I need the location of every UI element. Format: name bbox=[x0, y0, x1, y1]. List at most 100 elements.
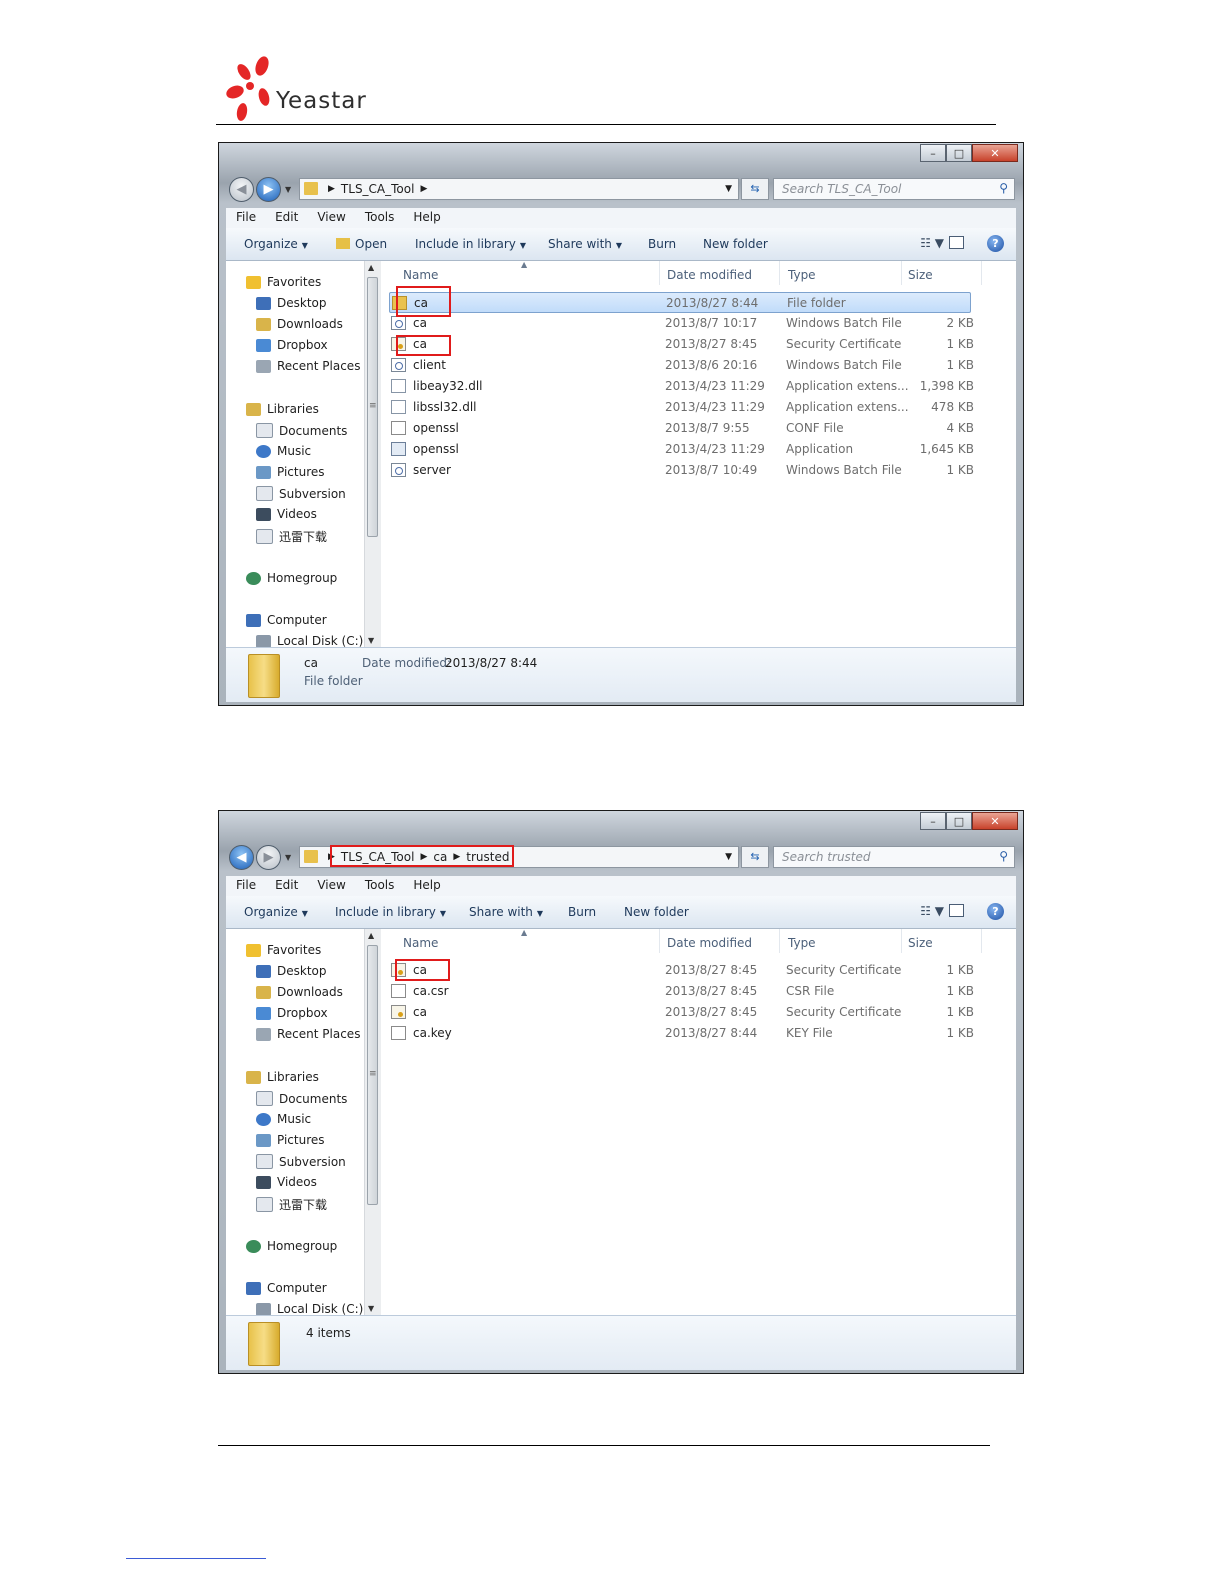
nav-downloads[interactable]: Downloads bbox=[256, 317, 343, 331]
file-row[interactable]: server 2013/8/7 10:49 Windows Batch File… bbox=[389, 460, 974, 481]
menu-edit[interactable]: Edit bbox=[265, 876, 307, 896]
column-header-size[interactable]: Size bbox=[908, 268, 933, 282]
nav-homegroup[interactable]: Homegroup bbox=[246, 1239, 337, 1253]
menu-view[interactable]: View bbox=[307, 208, 354, 228]
scroll-up-icon[interactable]: ▲ bbox=[368, 931, 374, 940]
search-box[interactable]: ⚲ bbox=[773, 846, 1015, 868]
scroll-up-icon[interactable]: ▲ bbox=[368, 263, 374, 272]
refresh-button[interactable]: ⇆ bbox=[741, 846, 769, 868]
nav-favorites[interactable]: Favorites bbox=[246, 275, 321, 289]
file-row[interactable]: openssl 2013/8/7 9:55 CONF File 4 KB bbox=[389, 418, 974, 439]
nav-computer[interactable]: Computer bbox=[246, 1281, 327, 1295]
menu-file[interactable]: File bbox=[226, 876, 265, 896]
recent-pages-dropdown-icon[interactable]: ▼ bbox=[285, 853, 291, 862]
maximize-button[interactable]: □ bbox=[946, 812, 972, 830]
nav-subversion[interactable]: Subversion bbox=[256, 1154, 346, 1169]
nav-recent-places[interactable]: Recent Places bbox=[256, 359, 360, 373]
nav-xunlei-downloads[interactable]: 迅雷下载 bbox=[256, 1196, 327, 1213]
recent-pages-dropdown-icon[interactable]: ▼ bbox=[285, 185, 291, 194]
scroll-down-icon[interactable]: ▼ bbox=[368, 1304, 374, 1313]
organize-button[interactable]: Organize ▼ bbox=[244, 237, 308, 251]
file-row[interactable]: ca.csr 2013/8/27 8:45 CSR File 1 KB bbox=[389, 981, 974, 1002]
preview-pane-icon[interactable] bbox=[949, 236, 964, 249]
minimize-button[interactable]: – bbox=[920, 812, 946, 830]
share-with-button[interactable]: Share with ▼ bbox=[469, 905, 543, 919]
nav-pictures[interactable]: Pictures bbox=[256, 1133, 325, 1147]
menu-edit[interactable]: Edit bbox=[265, 208, 307, 228]
menu-tools[interactable]: Tools bbox=[355, 876, 404, 896]
search-icon[interactable]: ⚲ bbox=[999, 181, 1008, 195]
file-row[interactable]: client 2013/8/6 20:16 Windows Batch File… bbox=[389, 355, 974, 376]
search-input[interactable] bbox=[780, 181, 994, 197]
forward-button[interactable]: ▶ bbox=[256, 845, 281, 870]
column-divider[interactable] bbox=[659, 929, 660, 953]
column-divider[interactable] bbox=[981, 261, 982, 285]
column-header-type[interactable]: Type bbox=[788, 268, 816, 282]
nav-documents[interactable]: Documents bbox=[256, 1091, 347, 1106]
column-header-date[interactable]: Date modified bbox=[667, 268, 752, 282]
nav-homegroup[interactable]: Homegroup bbox=[246, 571, 337, 585]
chevron-right-icon[interactable]: ▶ bbox=[328, 179, 335, 199]
file-row[interactable]: ca 2013/8/27 8:45 Security Certificate 1… bbox=[389, 334, 974, 355]
new-folder-button[interactable]: New folder bbox=[703, 237, 768, 251]
menu-tools[interactable]: Tools bbox=[355, 208, 404, 228]
column-header-type[interactable]: Type bbox=[788, 936, 816, 950]
nav-dropbox[interactable]: Dropbox bbox=[256, 338, 328, 352]
back-button[interactable]: ◀ bbox=[229, 177, 254, 202]
include-in-library-button[interactable]: Include in library ▼ bbox=[415, 237, 526, 251]
file-row[interactable]: ca 2013/8/27 8:45 Security Certificate 1… bbox=[389, 1002, 974, 1023]
nav-libraries[interactable]: Libraries bbox=[246, 1070, 319, 1084]
open-button[interactable]: Open bbox=[336, 237, 387, 251]
address-dropdown-icon[interactable]: ▼ bbox=[725, 847, 732, 867]
nav-documents[interactable]: Documents bbox=[256, 423, 347, 438]
nav-desktop[interactable]: Desktop bbox=[256, 964, 327, 978]
new-folder-button[interactable]: New folder bbox=[624, 905, 689, 919]
change-view-icon[interactable]: ☷ ▼ bbox=[920, 236, 944, 250]
nav-libraries[interactable]: Libraries bbox=[246, 402, 319, 416]
burn-button[interactable]: Burn bbox=[568, 905, 596, 919]
nav-desktop[interactable]: Desktop bbox=[256, 296, 327, 310]
nav-xunlei-downloads[interactable]: 迅雷下载 bbox=[256, 528, 327, 545]
nav-videos[interactable]: Videos bbox=[256, 507, 317, 521]
nav-downloads[interactable]: Downloads bbox=[256, 985, 343, 999]
menu-file[interactable]: File bbox=[226, 208, 265, 228]
nav-scrollbar[interactable]: ▲ ≡ ▼ bbox=[364, 261, 381, 647]
chevron-right-icon[interactable]: ▶ bbox=[420, 179, 427, 199]
change-view-icon[interactable]: ☷ ▼ bbox=[920, 904, 944, 918]
file-row[interactable]: ca.key 2013/8/27 8:44 KEY File 1 KB bbox=[389, 1023, 974, 1044]
scroll-down-icon[interactable]: ▼ bbox=[368, 636, 374, 645]
menu-view[interactable]: View bbox=[307, 876, 354, 896]
help-icon[interactable]: ? bbox=[987, 903, 1004, 920]
nav-music[interactable]: Music bbox=[256, 1112, 311, 1126]
nav-local-disk[interactable]: Local Disk (C:) bbox=[256, 1302, 363, 1315]
help-icon[interactable]: ? bbox=[987, 235, 1004, 252]
file-row[interactable]: ca 2013/8/7 10:17 Windows Batch File 2 K… bbox=[389, 313, 974, 334]
search-icon[interactable]: ⚲ bbox=[999, 849, 1008, 863]
nav-scrollbar[interactable]: ▲ ≡ ▼ bbox=[364, 929, 381, 1315]
address-bar[interactable]: ▶ TLS_CA_Tool ▶ ▼ bbox=[299, 178, 739, 200]
address-dropdown-icon[interactable]: ▼ bbox=[725, 179, 732, 199]
column-divider[interactable] bbox=[901, 261, 902, 285]
burn-button[interactable]: Burn bbox=[648, 237, 676, 251]
file-row[interactable]: libeay32.dll 2013/4/23 11:29 Application… bbox=[389, 376, 974, 397]
nav-videos[interactable]: Videos bbox=[256, 1175, 317, 1189]
minimize-button[interactable]: – bbox=[920, 144, 946, 162]
back-button[interactable]: ◀ bbox=[229, 845, 254, 870]
nav-favorites[interactable]: Favorites bbox=[246, 943, 321, 957]
file-row[interactable]: ca 2013/8/27 8:45 Security Certificate 1… bbox=[389, 960, 974, 981]
column-header-name[interactable]: Name bbox=[403, 936, 438, 950]
share-with-button[interactable]: Share with ▼ bbox=[548, 237, 622, 251]
include-in-library-button[interactable]: Include in library ▼ bbox=[335, 905, 446, 919]
nav-pictures[interactable]: Pictures bbox=[256, 465, 325, 479]
file-row[interactable]: openssl 2013/4/23 11:29 Application 1,64… bbox=[389, 439, 974, 460]
column-divider[interactable] bbox=[659, 261, 660, 285]
maximize-button[interactable]: □ bbox=[946, 144, 972, 162]
nav-recent-places[interactable]: Recent Places bbox=[256, 1027, 360, 1041]
organize-button[interactable]: Organize ▼ bbox=[244, 905, 308, 919]
preview-pane-icon[interactable] bbox=[949, 904, 964, 917]
file-row[interactable]: ca 2013/8/27 8:44 File folder bbox=[389, 292, 971, 313]
nav-dropbox[interactable]: Dropbox bbox=[256, 1006, 328, 1020]
file-row[interactable]: libssl32.dll 2013/4/23 11:29 Application… bbox=[389, 397, 974, 418]
nav-local-disk[interactable]: Local Disk (C:) bbox=[256, 634, 363, 647]
column-header-name[interactable]: Name bbox=[403, 268, 438, 282]
